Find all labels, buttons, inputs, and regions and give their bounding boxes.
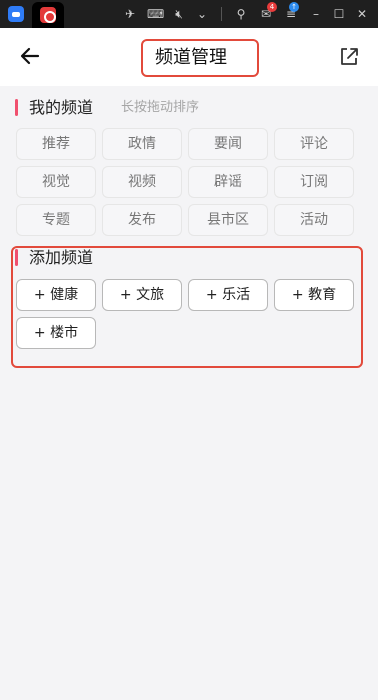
channel-chip[interactable]: 辟谣 bbox=[188, 166, 268, 198]
channel-chip[interactable]: 推荐 bbox=[16, 128, 96, 160]
app-tab-icon bbox=[40, 7, 56, 23]
add-channel-button[interactable]: + 教育 bbox=[274, 279, 354, 311]
channel-content: 我的频道 长按拖动排序 推荐 政情 要闻 评论 视觉 视频 辟谣 订阅 专题 发… bbox=[0, 86, 378, 700]
channel-chip[interactable]: 活动 bbox=[274, 204, 354, 236]
my-channels-title: 我的频道 bbox=[29, 98, 94, 117]
add-channel-button[interactable]: + 乐活 bbox=[188, 279, 268, 311]
section-accent-bar bbox=[15, 249, 18, 266]
channel-chip[interactable]: 政情 bbox=[102, 128, 182, 160]
maximize-icon[interactable]: ☐ bbox=[331, 6, 347, 22]
mail-badge: 4 bbox=[267, 2, 277, 12]
chrome-divider bbox=[221, 7, 222, 21]
mute-icon[interactable]: 🔇︎ bbox=[171, 6, 187, 22]
channel-chip[interactable]: 订阅 bbox=[274, 166, 354, 198]
channel-chip[interactable]: 视频 bbox=[102, 166, 182, 198]
arrow-left-icon[interactable] bbox=[18, 44, 42, 68]
share-icon[interactable] bbox=[338, 45, 360, 67]
add-channel-button[interactable]: + 文旅 bbox=[102, 279, 182, 311]
user-icon[interactable]: ⚲ bbox=[233, 6, 249, 22]
app-tab[interactable] bbox=[32, 2, 64, 28]
channel-chip[interactable]: 专题 bbox=[16, 204, 96, 236]
channel-chip[interactable]: 视觉 bbox=[16, 166, 96, 198]
minimize-icon[interactable]: – bbox=[308, 6, 324, 22]
sort-hint: 长按拖动排序 bbox=[121, 100, 200, 115]
add-channel-button[interactable]: + 楼市 bbox=[16, 317, 96, 349]
page-title: 频道管理 bbox=[155, 47, 227, 68]
keyboard-icon[interactable]: ⌨ bbox=[147, 6, 164, 22]
section-accent-bar bbox=[15, 99, 18, 116]
channel-chip[interactable]: 要闻 bbox=[188, 128, 268, 160]
update-badge: ↑ bbox=[289, 2, 299, 12]
channel-chip[interactable]: 县市区 bbox=[188, 204, 268, 236]
app-icon[interactable] bbox=[8, 6, 24, 22]
add-channel-button[interactable]: + 健康 bbox=[16, 279, 96, 311]
close-icon[interactable]: ✕ bbox=[354, 6, 370, 22]
channel-chip[interactable]: 评论 bbox=[274, 128, 354, 160]
window-chrome: ✈ ⌨ 🔇︎ ⌄ ⚲ ✉ 4 ≡ ↑ – ☐ ✕ bbox=[0, 0, 378, 28]
channel-chip[interactable]: 发布 bbox=[102, 204, 182, 236]
chevron-down-icon[interactable]: ⌄ bbox=[195, 6, 209, 22]
page-header: 频道管理 bbox=[0, 28, 378, 86]
add-channels-title: 添加频道 bbox=[29, 248, 94, 267]
pin-icon[interactable]: ✈ bbox=[122, 6, 138, 22]
